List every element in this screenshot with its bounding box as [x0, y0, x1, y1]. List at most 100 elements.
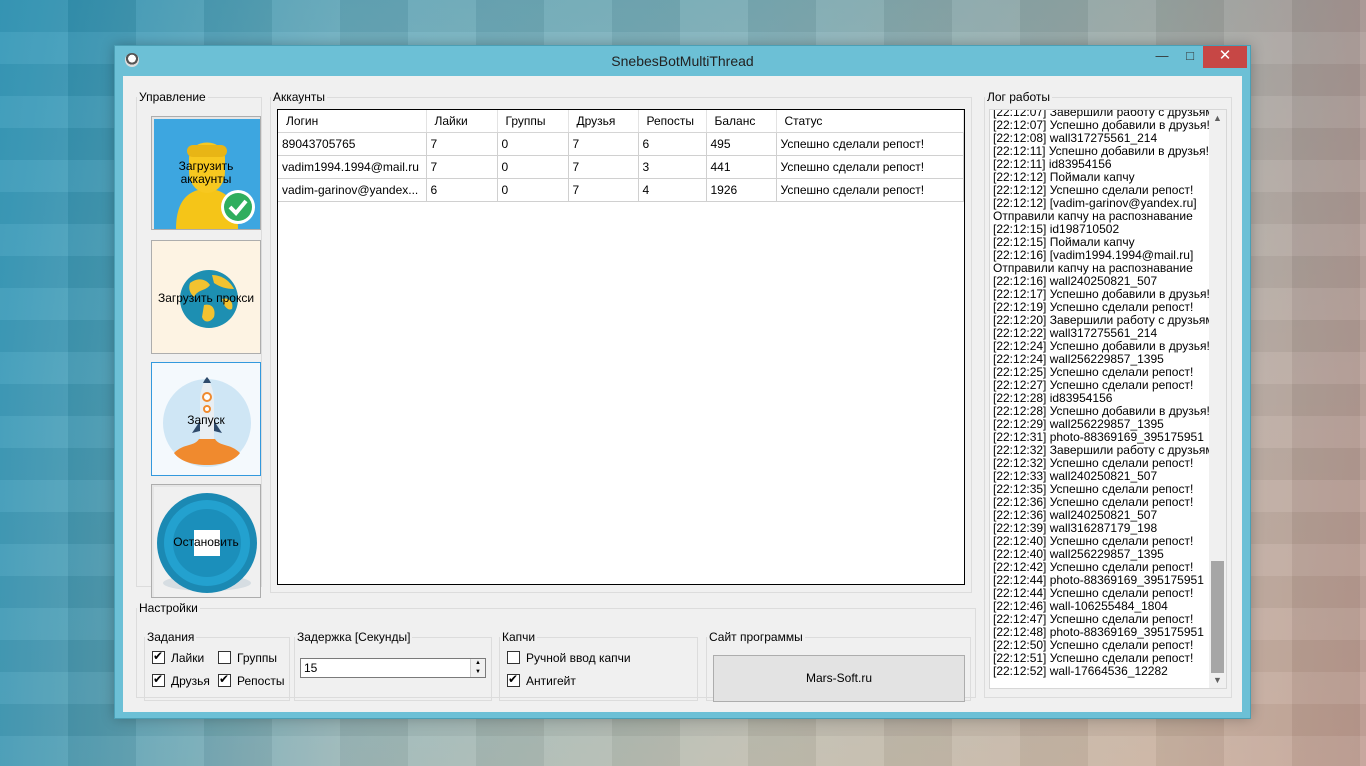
start-button[interactable]: Запуск — [151, 362, 261, 476]
column-header[interactable]: Баланс — [706, 110, 777, 133]
control-group: Управление Загрузить аккаунты Загрузить … — [136, 90, 262, 598]
likes-checkbox[interactable]: Лайки — [152, 649, 205, 665]
scroll-up-icon[interactable]: ▲ — [1209, 110, 1226, 126]
table-cell[interactable]: vadim1994.1994@mail.ru — [278, 155, 427, 179]
table-cell[interactable]: 7 — [568, 155, 639, 179]
delay-numeric[interactable]: 15 ▲ ▼ — [300, 658, 486, 678]
groups-label: Группы — [237, 651, 277, 665]
groups-checkbox[interactable]: Группы — [218, 651, 277, 665]
log-line: [22:12:40] Успешно сделали репост! — [993, 535, 1194, 548]
friends-label: Друзья — [171, 674, 210, 688]
log-line: [22:12:12] Поймали капчу — [993, 171, 1135, 184]
friends-checkbox-box[interactable] — [152, 672, 165, 687]
table-cell[interactable]: 441 — [706, 155, 777, 179]
manual-captcha-checkbox[interactable]: Ручной ввод капчи — [507, 651, 631, 665]
table-cell[interactable]: vadim-garinov@yandex... — [278, 178, 427, 202]
log-line: [22:12:22] wall317275561_214 — [993, 327, 1158, 340]
log-line: [22:12:36] Успешно сделали репост! — [993, 496, 1194, 509]
load-accounts-button[interactable]: Загрузить аккаунты — [151, 116, 261, 230]
table-cell[interactable]: 3 — [638, 155, 707, 179]
table-cell[interactable]: 0 — [497, 178, 569, 202]
table-cell[interactable]: 89043705765 — [278, 132, 427, 156]
column-header[interactable]: Логин — [278, 110, 427, 133]
reposts-checkbox-box[interactable] — [218, 672, 231, 687]
table-cell[interactable]: 495 — [706, 132, 777, 156]
antigate-label: Антигейт — [526, 674, 576, 688]
antigate-box[interactable] — [507, 672, 520, 687]
column-header[interactable]: Друзья — [568, 110, 639, 133]
control-group-label: Управление — [139, 90, 206, 104]
table-cell[interactable]: 7 — [426, 132, 498, 156]
load-proxy-label: Загрузить прокси — [157, 291, 255, 305]
likes-checkbox-box[interactable] — [152, 649, 165, 664]
log-textbox[interactable]: [22:12:07] Завершили работу с друзьями [2… — [989, 109, 1227, 689]
table-row[interactable]: vadim-garinov@yandex... 6 0 7 4 1926 Успешно с… — [278, 178, 964, 202]
log-line: [22:12:32] Завершили работу с друзьями — [993, 444, 1209, 457]
window-client: Управление Загрузить аккаунты Загрузить … — [123, 76, 1242, 712]
likes-label: Лайки — [171, 651, 205, 665]
log-line: [22:12:47] Успешно сделали репост! — [993, 613, 1194, 626]
load-proxy-button[interactable]: Загрузить прокси — [151, 240, 261, 354]
delay-down-icon[interactable]: ▼ — [470, 668, 485, 677]
log-group: Лог работы [22:12:07] Завершили работу с… — [984, 90, 1232, 698]
log-line: [22:12:07] Завершили работу с друзьями — [993, 109, 1209, 119]
site-group-label: Сайт программы — [709, 630, 803, 644]
column-header[interactable]: Репосты — [638, 110, 707, 133]
accounts-group: Аккаунты Логин Лайки Группы Друзья Репосты Ба… — [270, 90, 972, 593]
accounts-table-container[interactable]: Логин Лайки Группы Друзья Репосты Баланс Стату… — [277, 109, 965, 585]
table-cell[interactable]: 7 — [426, 155, 498, 179]
reposts-checkbox[interactable]: Репосты — [218, 672, 285, 688]
accounts-group-label: Аккаунты — [273, 90, 326, 104]
table-cell[interactable]: 0 — [497, 155, 569, 179]
maximize-button[interactable]: □ — [1177, 46, 1203, 68]
log-line: Отправили капчу на распознавание — [993, 210, 1193, 223]
log-scroll-thumb[interactable] — [1211, 561, 1224, 673]
log-line: [22:12:42] Успешно сделали репост! — [993, 561, 1194, 574]
site-button[interactable]: Mars-Soft.ru — [713, 655, 965, 702]
table-cell[interactable]: Успешно сделали репост! — [776, 178, 964, 202]
friends-checkbox[interactable]: Друзья — [152, 672, 210, 688]
manual-captcha-box[interactable] — [507, 651, 520, 664]
column-header[interactable]: Группы — [497, 110, 569, 133]
table-row[interactable]: 89043705765 7 0 7 6 495 Успешно сделали репост… — [278, 132, 964, 156]
table-cell[interactable]: 0 — [497, 132, 569, 156]
accounts-table[interactable]: Логин Лайки Группы Друзья Репосты Баланс Стату… — [278, 110, 964, 202]
close-button[interactable]: ✕ — [1203, 46, 1247, 68]
table-cell[interactable]: 6 — [638, 132, 707, 156]
settings-group: Настройки Задания Лайки Группы Друзья Ре… — [136, 601, 976, 702]
log-line: [22:12:16] wall240250821_507 — [993, 275, 1158, 288]
delay-group: Задержка [Секунды] 15 ▲ ▼ — [294, 630, 492, 701]
antigate-checkbox[interactable]: Антигейт — [507, 672, 576, 688]
log-line: [22:12:11] Успешно добавили в друзья! — [993, 145, 1209, 158]
log-scrollbar[interactable]: ▲ ▼ — [1209, 110, 1226, 688]
log-line: [22:12:51] Успешно сделали репост! — [993, 652, 1194, 665]
table-row[interactable]: vadim1994.1994@mail.ru 7 0 7 3 441 Успешно сде… — [278, 155, 964, 179]
log-line: [22:12:16] [vadim1994.1994@mail.ru] — [993, 249, 1194, 262]
log-line: [22:12:11] id83954156 — [993, 158, 1112, 171]
log-line: [22:12:33] wall240250821_507 — [993, 470, 1158, 483]
log-line: [22:12:31] photo-88369169_395175951 — [993, 431, 1204, 444]
table-cell[interactable]: 4 — [638, 178, 707, 202]
delay-group-label: Задержка [Секунды] — [297, 630, 411, 644]
scroll-down-icon[interactable]: ▼ — [1209, 672, 1226, 688]
captcha-group-label: Капчи — [502, 630, 536, 644]
log-line: [22:12:17] Успешно добавили в друзья! — [993, 288, 1209, 301]
column-header[interactable]: Лайки — [426, 110, 498, 133]
table-cell[interactable]: 7 — [568, 132, 639, 156]
stop-button[interactable]: Остановить — [151, 484, 261, 598]
log-line: [22:12:07] Успешно добавили в друзья! — [993, 119, 1209, 132]
title-bar[interactable]: SnebesBotMultiThread — □ ✕ — [115, 46, 1250, 76]
table-cell[interactable]: 7 — [568, 178, 639, 202]
log-line: Отправили капчу на распознавание — [993, 262, 1193, 275]
table-cell[interactable]: Успешно сделали репост! — [776, 155, 964, 179]
groups-checkbox-box[interactable] — [218, 651, 231, 664]
log-line: [22:12:29] wall256229857_1395 — [993, 418, 1164, 431]
minimize-button[interactable]: — — [1149, 46, 1175, 68]
reposts-label: Репосты — [237, 674, 285, 688]
table-cell[interactable]: 1926 — [706, 178, 777, 202]
table-cell[interactable]: 6 — [426, 178, 498, 202]
table-cell[interactable]: Успешно сделали репост! — [776, 132, 964, 156]
column-header[interactable]: Статус — [776, 110, 964, 133]
log-line: [22:12:12] Успешно сделали репост! — [993, 184, 1194, 197]
log-lines: [22:12:07] Завершили работу с друзьями [2… — [993, 109, 1209, 678]
